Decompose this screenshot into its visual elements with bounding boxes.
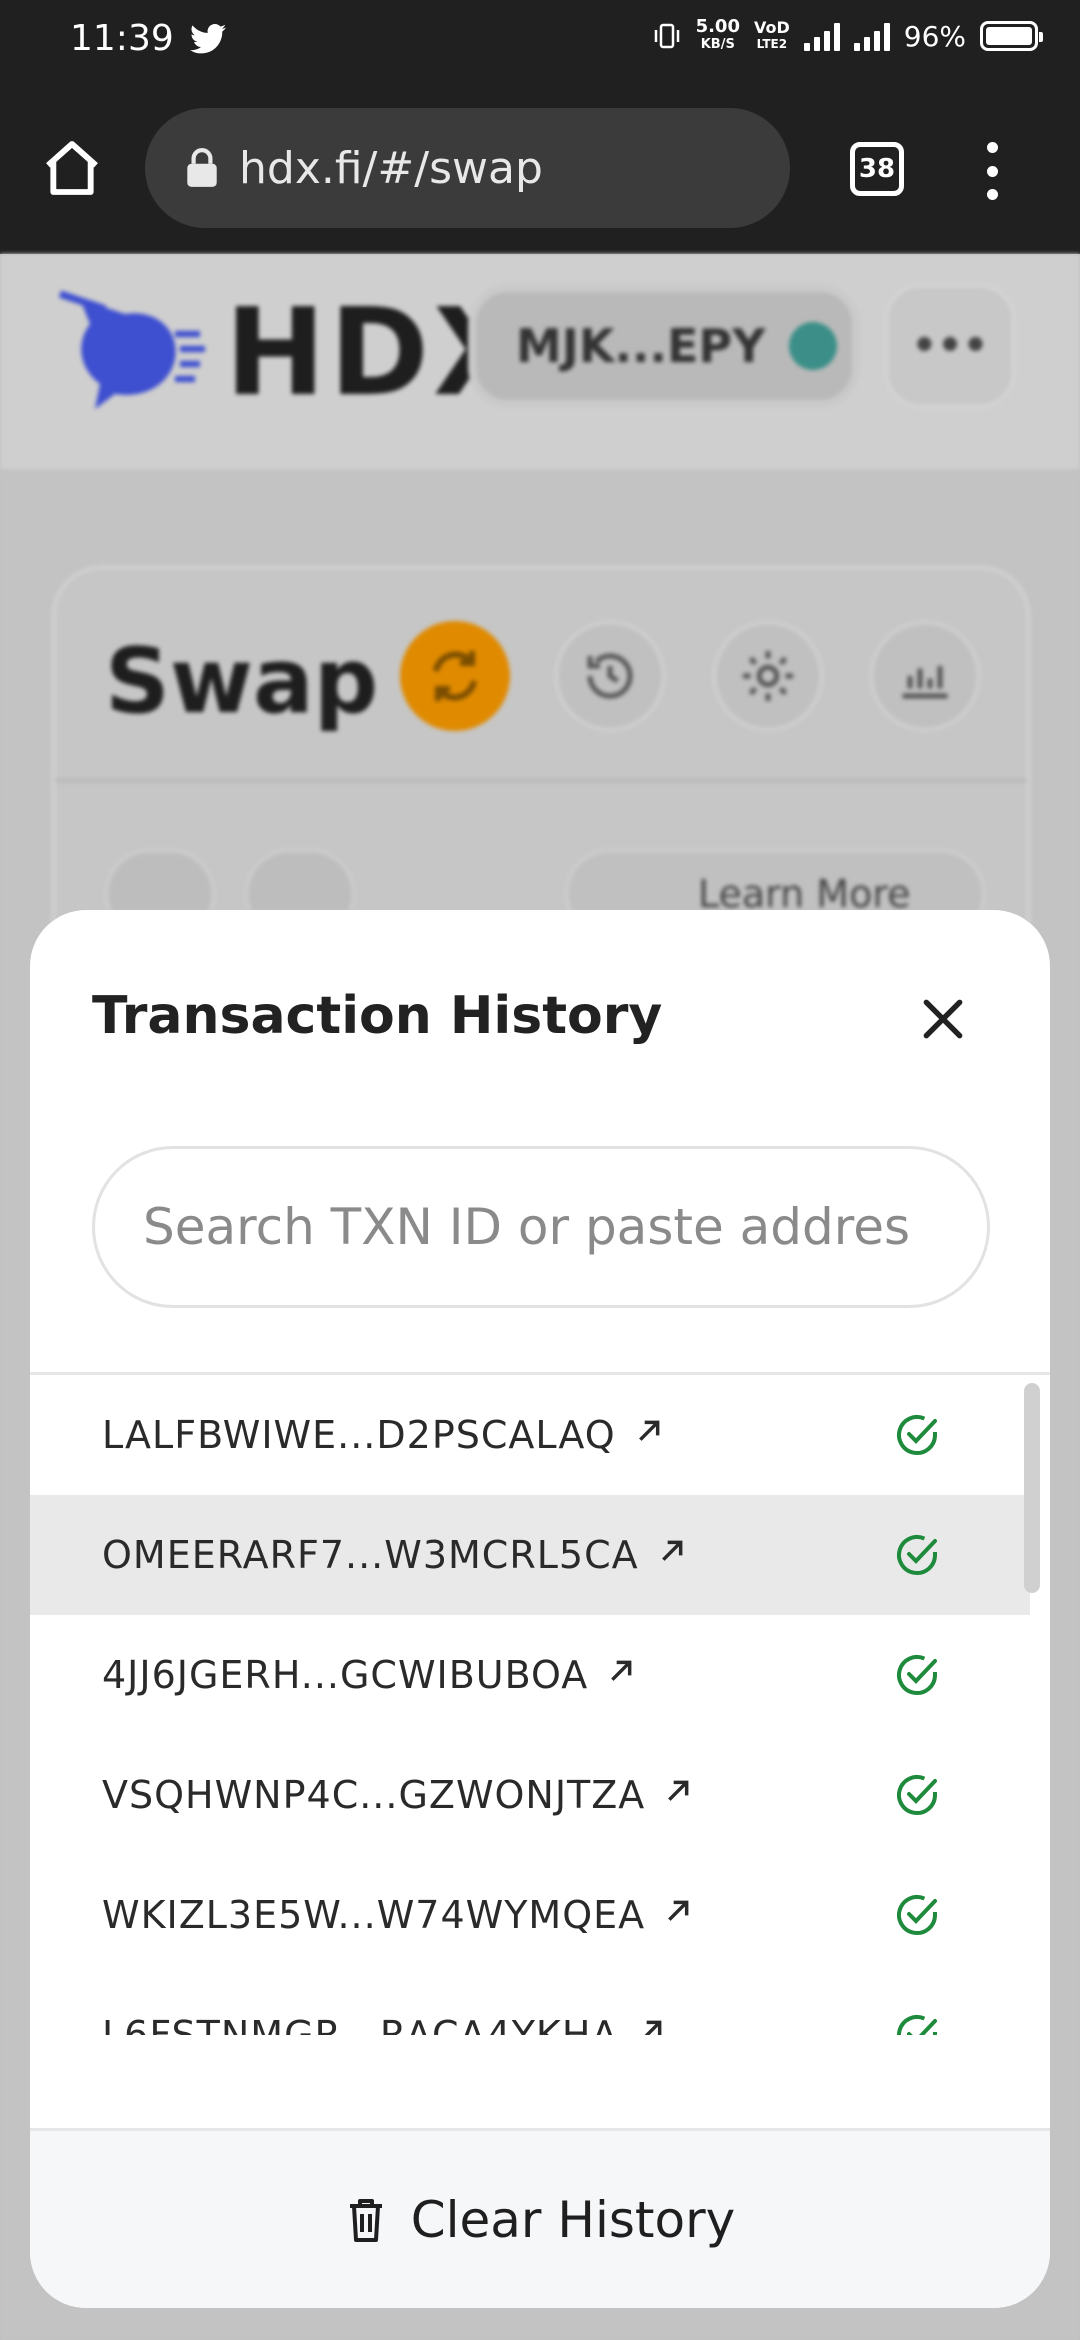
tab-count: 38 [858,154,896,184]
success-check-icon [897,1655,937,1695]
chart-button[interactable] [870,621,980,731]
transaction-list: LALFBWIWE...D2PSCALAQ OMEERARF7...W3MCRL… [30,1375,1030,2035]
more-vert-icon[interactable] [985,142,999,200]
unicorn-logo-icon [58,290,205,409]
transaction-history-modal: Transaction History LALFBWIWE...D2PSCALA… [30,910,1050,2308]
tx-id-text: VSQHWNP4C...GZWONJTZA [102,1773,646,1817]
search-input[interactable] [143,1198,963,1256]
site-header: HDX MJK...EPY ••• [0,254,1080,472]
home-icon[interactable] [40,136,104,200]
success-check-icon [897,1415,937,1455]
settings-button[interactable] [713,621,823,731]
battery-percent: 96% [903,19,966,53]
table-row[interactable]: WKIZL3E5W...W74WYMQEA [30,1855,1030,1975]
volte-bottom: LTE2 [756,37,788,51]
success-check-icon [897,1775,937,1815]
external-link-icon [668,1780,689,1801]
chart-icon [902,666,948,699]
tx-id[interactable]: VSQHWNP4C...GZWONJTZA [102,1773,691,1817]
tx-id-text: LALFBWIWE...D2PSCALAQ [102,1413,616,1457]
close-icon[interactable] [918,994,968,1044]
volte-top: VoD [753,18,790,37]
battery-icon [980,21,1043,51]
tx-id-text: L6FSTNMGR...RACA4YKHA [102,2013,619,2035]
signal-icon [803,21,840,51]
clear-history-label: Clear History [410,2190,736,2249]
net-speed-value: 5.00 [695,16,740,37]
twitter-icon [190,24,226,54]
browser-toolbar: hdx.fi/#/swap 38 [0,84,1080,254]
success-check-icon [897,1535,937,1575]
url-text: hdx.fi/#/swap [239,142,543,194]
table-row[interactable]: L6FSTNMGR...RACA4YKHA [30,1975,1030,2035]
clear-history-button[interactable]: Clear History [30,2128,1050,2308]
status-bar: 11:39 5.00 KB/S VoD LTE2 96% [0,0,1080,84]
history-button[interactable] [555,621,665,731]
wallet-address: MJK...EPY [516,319,766,373]
trash-icon [349,2198,382,2242]
wallet-button[interactable]: MJK...EPY [468,284,860,408]
tabs-button[interactable]: 38 [850,142,904,196]
table-row[interactable]: 4JJ6JGERH...GCWIBUBOA [30,1615,1030,1735]
status-time: 11:39 [70,18,174,59]
swap-divider [55,779,1027,782]
list-scrollbar[interactable] [1024,1383,1040,1593]
vibrate-icon [654,23,679,49]
swap-title: Swap [105,629,379,734]
address-bar[interactable]: hdx.fi/#/swap [145,108,790,228]
history-icon [587,653,633,699]
external-link-icon [638,1420,660,1441]
external-link-icon [644,2020,662,2035]
net-speed-unit: KB/S [700,37,735,52]
refresh-icon [433,651,477,701]
gear-icon [743,651,793,701]
external-link-icon [611,1660,632,1681]
tx-id-text: 4JJ6JGERH...GCWIBUBOA [102,1653,589,1697]
tx-id-text: OMEERARF7...W3MCRL5CA [102,1533,639,1577]
tx-id[interactable]: 4JJ6JGERH...GCWIBUBOA [102,1653,634,1697]
volte-indicator: VoD LTE2 [754,20,790,52]
success-check-icon [897,1895,937,1935]
tx-id[interactable]: L6FSTNMGR...RACA4YKHA [102,2013,664,2035]
success-check-icon [897,2015,937,2035]
wallet-avatar [789,322,838,370]
search-box [92,1146,990,1308]
tx-id[interactable]: OMEERARF7...W3MCRL5CA [102,1533,685,1577]
more-dots: ••• [911,323,989,369]
tx-id[interactable]: LALFBWIWE...D2PSCALAQ [102,1413,662,1457]
refresh-button[interactable] [400,621,510,731]
tx-id[interactable]: WKIZL3E5W...W74WYMQEA [102,1893,691,1937]
table-row[interactable]: VSQHWNP4C...GZWONJTZA [30,1735,1030,1855]
table-row[interactable]: LALFBWIWE...D2PSCALAQ [30,1375,1030,1495]
status-indicators: 5.00 KB/S VoD LTE2 96% [652,18,1043,54]
more-button[interactable]: ••• [885,284,1015,408]
modal-title: Transaction History [92,986,663,1046]
table-row[interactable]: OMEERARF7...W3MCRL5CA [30,1495,1030,1615]
external-link-icon [661,1540,683,1561]
lock-icon [187,148,217,187]
tx-id-text: WKIZL3E5W...W74WYMQEA [102,1893,646,1937]
external-link-icon [668,1900,689,1921]
net-speed: 5.00 KB/S [696,18,740,54]
signal-4g-icon [853,21,890,51]
